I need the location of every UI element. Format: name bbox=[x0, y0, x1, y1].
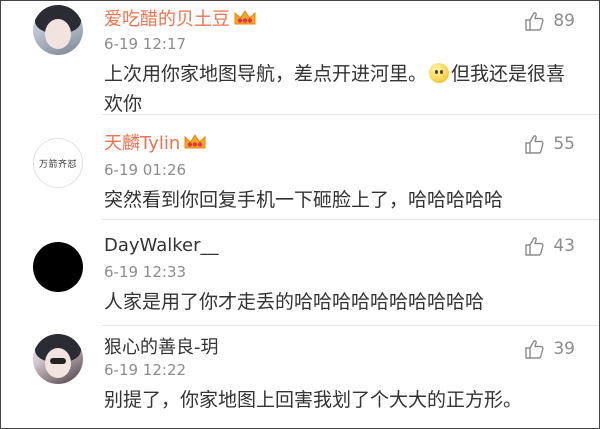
like-button[interactable]: 55 bbox=[523, 133, 575, 155]
like-button[interactable]: 43 bbox=[523, 235, 575, 257]
like-count: 55 bbox=[553, 134, 575, 154]
comment-text: 突然看到你回复手机一下砸脸上了，哈哈哈哈哈 bbox=[104, 189, 504, 211]
username[interactable]: 狠心的善良-玥 bbox=[104, 337, 219, 358]
comment-item: 万箭齐怼 天麟Tylin 6-19 01:26 突然看到你回复手机一下砸脸上了，… bbox=[1, 115, 599, 220]
comment-text-part: 上次用你家地图导航，差点开进河里。 bbox=[104, 63, 428, 85]
username[interactable]: DayWalker__ bbox=[104, 235, 218, 256]
comment-item: 爱吃醋的贝土豆 6-19 12:17 上次用你家地图导航，差点开进河里。 但我还是… bbox=[1, 1, 599, 115]
thumbs-up-icon bbox=[525, 135, 544, 154]
comment-time: 6-19 12:17 bbox=[104, 35, 187, 53]
like-count: 89 bbox=[553, 11, 575, 31]
like-button[interactable]: 89 bbox=[523, 10, 575, 32]
avatar[interactable] bbox=[33, 242, 83, 292]
comment-item: 狠心的善良-玥 6-19 12:22 别提了，你家地图上回害我划了个大大的正方形… bbox=[1, 326, 599, 428]
comment-text: 上次用你家地图导航，差点开进河里。 但我还是很喜欢你 bbox=[104, 59, 569, 119]
comment-list: 爱吃醋的贝土豆 6-19 12:17 上次用你家地图导航，差点开进河里。 但我还是… bbox=[0, 0, 600, 429]
comment-text: 别提了，你家地图上回害我划了个大大的正方形。 bbox=[104, 389, 523, 411]
like-count: 39 bbox=[553, 339, 575, 359]
avatar[interactable]: 万箭齐怼 bbox=[33, 138, 83, 188]
comment-text: 人家是用了你才走丢的哈哈哈哈哈哈哈哈哈哈 bbox=[104, 291, 485, 313]
vip-crown-icon bbox=[234, 10, 256, 25]
username[interactable]: 爱吃醋的贝土豆 bbox=[104, 9, 230, 30]
thumbs-up-icon bbox=[525, 237, 544, 256]
like-button[interactable]: 39 bbox=[523, 338, 575, 360]
comment-time: 6-19 01:26 bbox=[104, 161, 187, 179]
comment-item: DayWalker__ 6-19 12:33 人家是用了你才走丢的哈哈哈哈哈哈哈… bbox=[1, 220, 599, 326]
avatar[interactable] bbox=[33, 5, 83, 55]
vip-crown-icon bbox=[184, 134, 206, 149]
thumbs-up-icon bbox=[525, 340, 544, 359]
smile-emoji-icon bbox=[429, 63, 450, 83]
comment-time: 6-19 12:33 bbox=[104, 263, 187, 281]
comment-time: 6-19 12:22 bbox=[104, 361, 187, 379]
thumbs-up-icon bbox=[525, 12, 544, 31]
avatar[interactable] bbox=[33, 334, 83, 384]
username[interactable]: 天麟Tylin bbox=[104, 133, 180, 154]
like-count: 43 bbox=[553, 236, 575, 256]
avatar-text: 万箭齐怼 bbox=[38, 159, 77, 170]
